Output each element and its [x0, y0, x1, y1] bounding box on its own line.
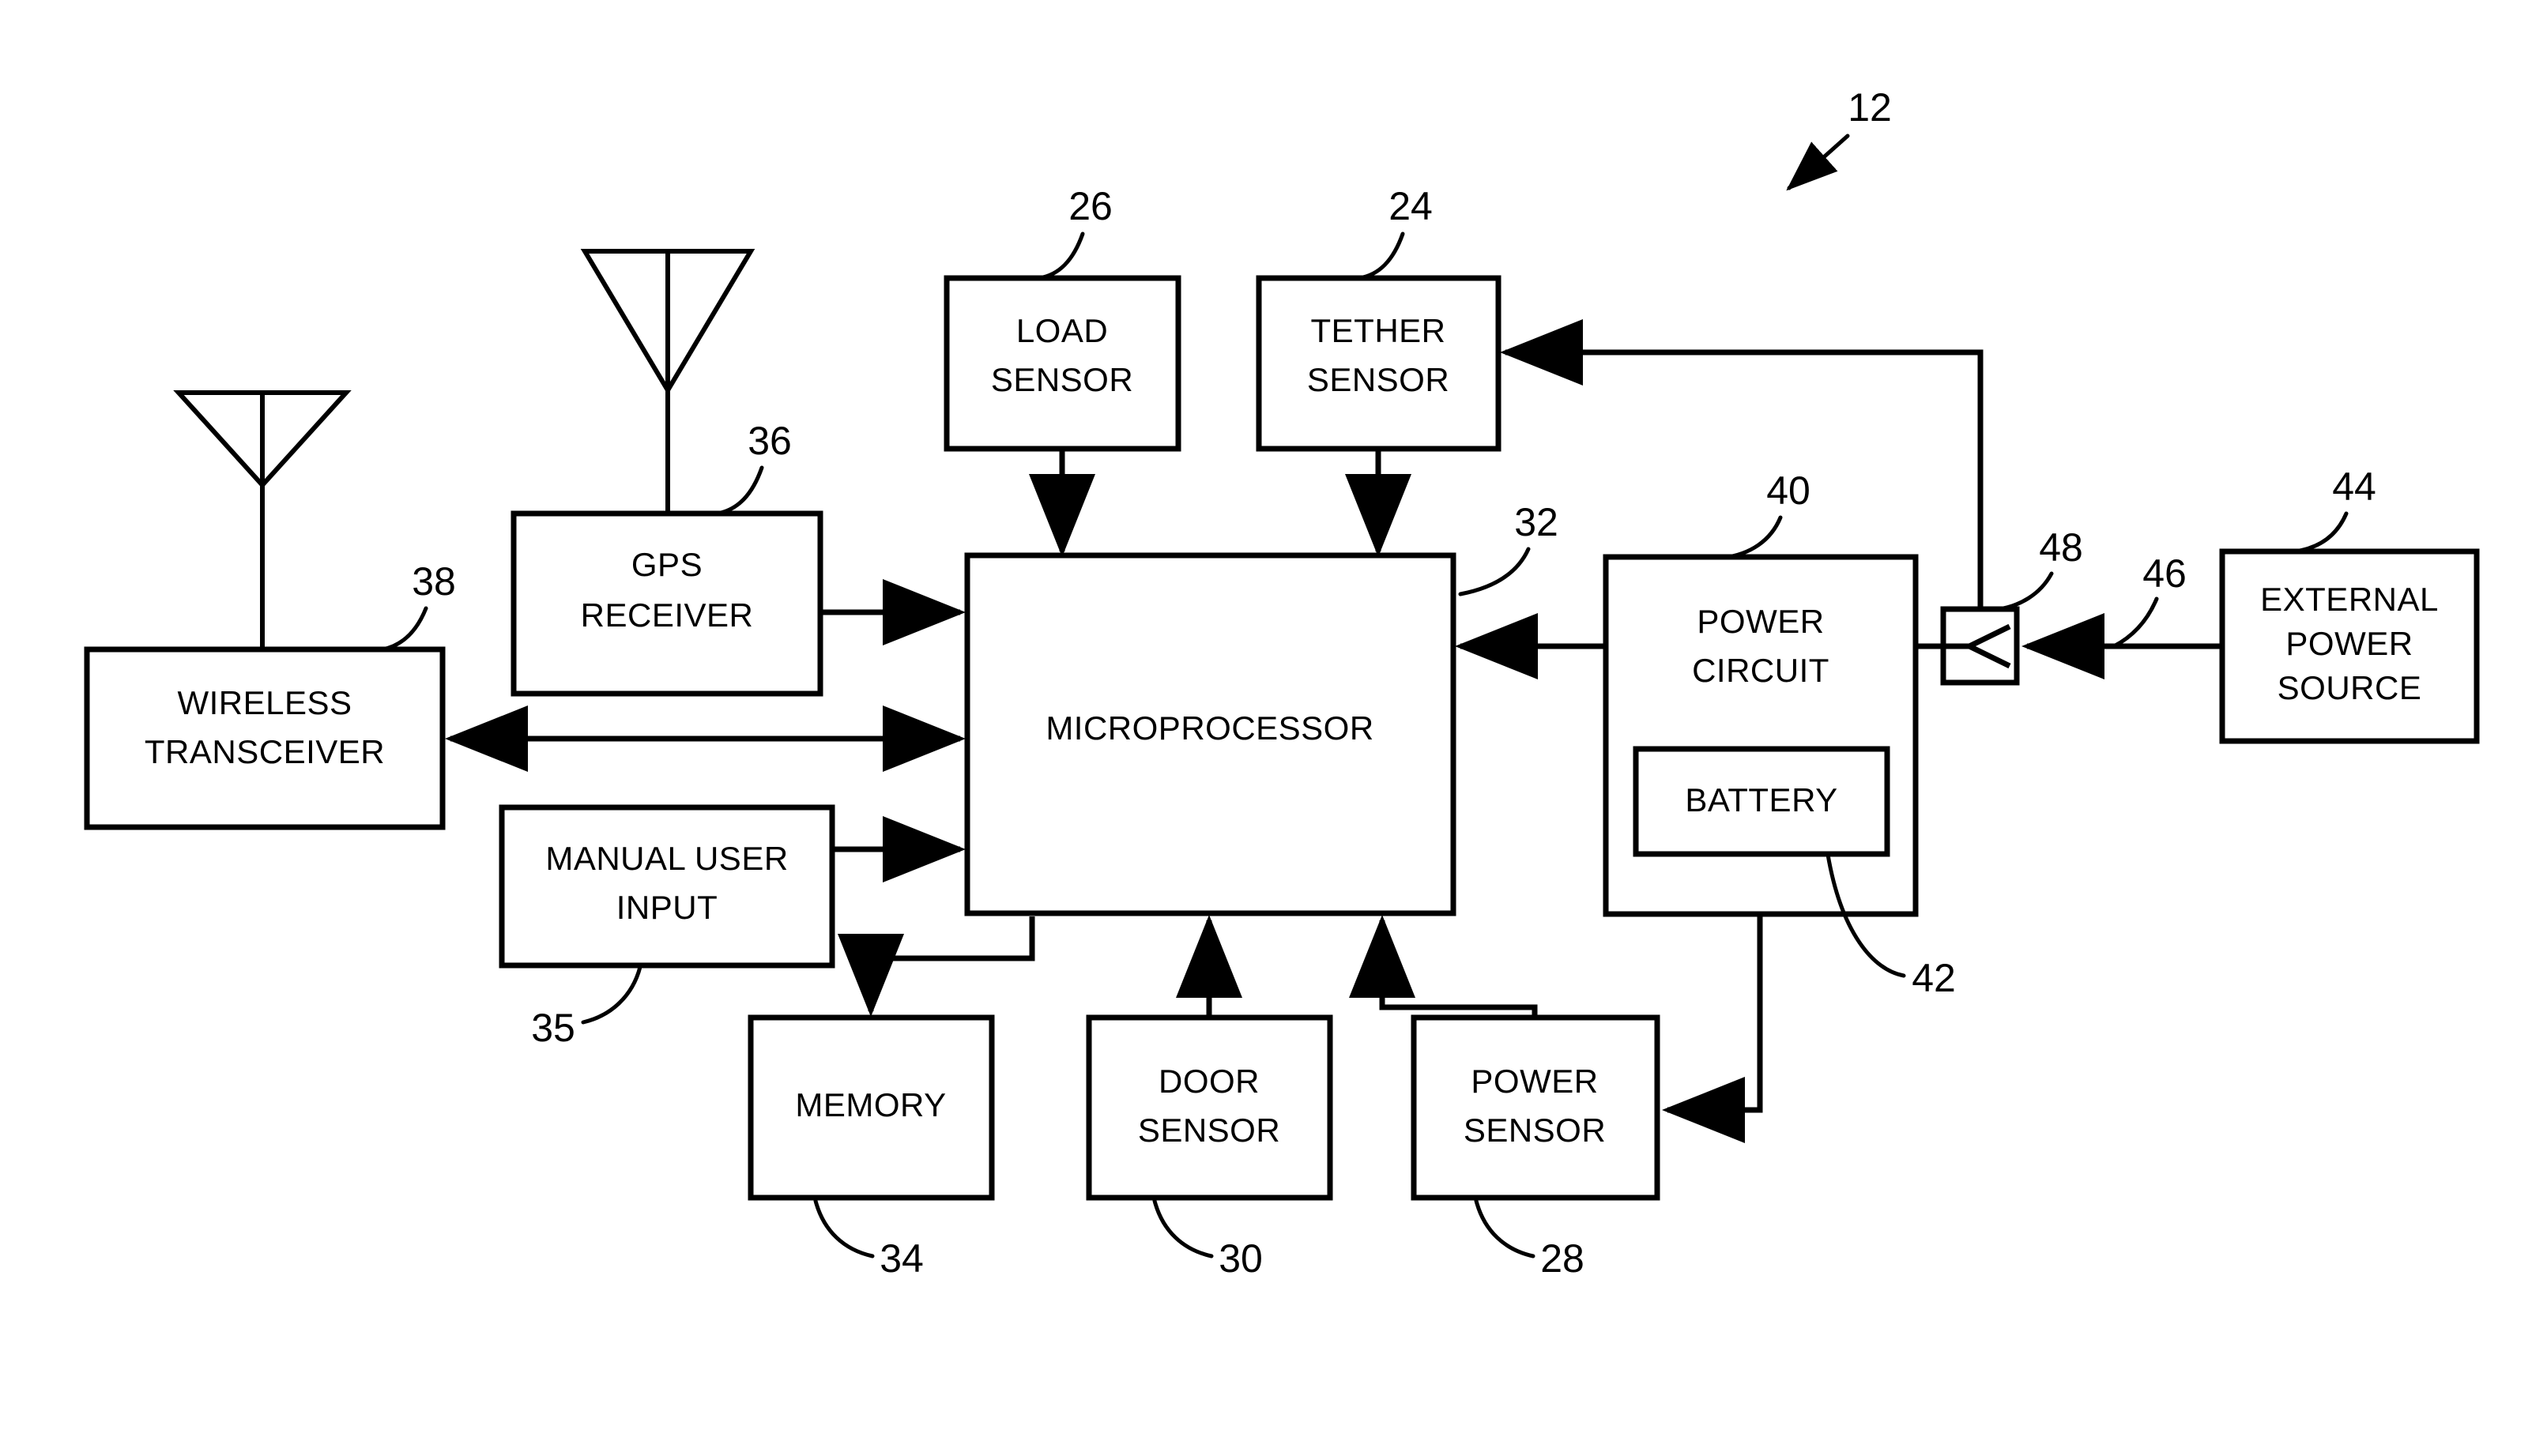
door-sensor-label-2: SENSOR — [1138, 1112, 1280, 1149]
wire-power-sensor-to-microprocessor — [1349, 915, 1538, 1018]
ref-num-30-text: 30 — [1219, 1236, 1263, 1281]
ref-num-32-text: 32 — [1514, 500, 1558, 544]
reference-26: 26 — [1037, 184, 1113, 280]
power-sensor-label-2: SENSOR — [1464, 1112, 1606, 1149]
block-microprocessor: MICROPROCESSOR — [964, 552, 1456, 916]
ref-num-46-text: 46 — [2142, 551, 2187, 596]
block-memory: MEMORY — [748, 1014, 995, 1201]
reference-48: 48 — [1992, 525, 2083, 612]
ref-num-35-text: 35 — [531, 1006, 575, 1050]
microprocessor-label: MICROPROCESSOR — [1046, 709, 1373, 747]
block-battery: BATTERY — [1633, 746, 1890, 857]
ref-num-12-text: 12 — [1848, 85, 1892, 130]
ref-num-44-text: 44 — [2332, 465, 2376, 509]
battery-label: BATTERY — [1685, 781, 1837, 818]
ref-num-36-text: 36 — [748, 419, 792, 463]
reference-40: 40 — [1720, 468, 1810, 560]
ref-num-42-text: 42 — [1912, 956, 1956, 1000]
external-power-label-2: POWER — [2285, 625, 2413, 662]
tether-sensor-label-2: SENSOR — [1307, 361, 1449, 398]
reference-36: 36 — [715, 419, 792, 516]
block-manual-user-input: MANUAL USER INPUT — [499, 804, 835, 969]
reference-38: 38 — [380, 559, 456, 652]
ref-num-40-text: 40 — [1766, 468, 1810, 513]
wire-power-circuit-to-power-sensor — [1662, 914, 1763, 1143]
power-sensor-label-1: POWER — [1471, 1063, 1598, 1100]
ref-num-24-text: 24 — [1388, 184, 1433, 228]
external-power-label-3: SOURCE — [2278, 669, 2422, 706]
gps-receiver-label-1: GPS — [631, 546, 703, 583]
reference-35: 35 — [531, 965, 642, 1050]
ref-num-38-text: 38 — [412, 559, 456, 604]
reference-32: 32 — [1458, 500, 1558, 596]
load-sensor-label-2: SENSOR — [991, 361, 1133, 398]
load-sensor-label-1: LOAD — [1016, 312, 1108, 349]
block-wireless-transceiver: WIRELESS TRANSCEIVER — [84, 646, 446, 830]
external-power-label-1: EXTERNAL — [2260, 581, 2439, 618]
manual-user-input-label-1: MANUAL USER — [545, 840, 788, 877]
reference-34: 34 — [813, 1198, 924, 1281]
ref-num-34-text: 34 — [880, 1236, 924, 1281]
power-circuit-label-2: CIRCUIT — [1692, 652, 1829, 689]
tether-sensor-label-1: TETHER — [1311, 312, 1446, 349]
reference-30: 30 — [1152, 1198, 1263, 1281]
door-sensor-label-1: DOOR — [1159, 1063, 1260, 1100]
block-diagram-canvas: WIRELESS TRANSCEIVER GPS RECEIVER MANUAL… — [84, 85, 2480, 1281]
wireless-transceiver-label-1: WIRELESS — [177, 684, 352, 721]
wire-microprocessor-to-memory — [838, 916, 1035, 1017]
reference-24: 24 — [1357, 184, 1433, 280]
block-door-sensor: DOOR SENSOR — [1086, 1014, 1333, 1201]
ref-num-48-text: 48 — [2039, 525, 2083, 570]
memory-label: MEMORY — [795, 1086, 946, 1123]
reference-28: 28 — [1474, 1198, 1584, 1281]
block-load-sensor: LOAD SENSOR — [944, 275, 1181, 452]
block-power-circuit: POWER CIRCUIT — [1603, 554, 1919, 917]
reference-46: 46 — [2112, 551, 2187, 649]
ref-num-28-text: 28 — [1540, 1236, 1584, 1281]
wireless-antenna-icon — [173, 390, 352, 649]
gps-antenna-icon — [580, 249, 755, 514]
connector-48 — [1940, 606, 2020, 686]
block-external-power-source: EXTERNAL POWER SOURCE — [2219, 548, 2480, 744]
manual-user-input-label-2: INPUT — [616, 889, 718, 926]
reference-44: 44 — [2292, 465, 2376, 554]
block-gps-receiver: GPS RECEIVER — [511, 510, 823, 697]
block-tether-sensor: TETHER SENSOR — [1256, 275, 1501, 452]
gps-receiver-label-2: RECEIVER — [581, 596, 754, 634]
block-power-sensor: POWER SENSOR — [1411, 1014, 1660, 1201]
reference-12: 12 — [1786, 85, 1892, 191]
power-circuit-label-1: POWER — [1697, 603, 1824, 640]
wireless-transceiver-label-2: TRANSCEIVER — [145, 733, 385, 770]
patent-figure: WIRELESS TRANSCEIVER GPS RECEIVER MANUAL… — [0, 0, 2532, 1456]
ref-num-26-text: 26 — [1068, 184, 1113, 228]
